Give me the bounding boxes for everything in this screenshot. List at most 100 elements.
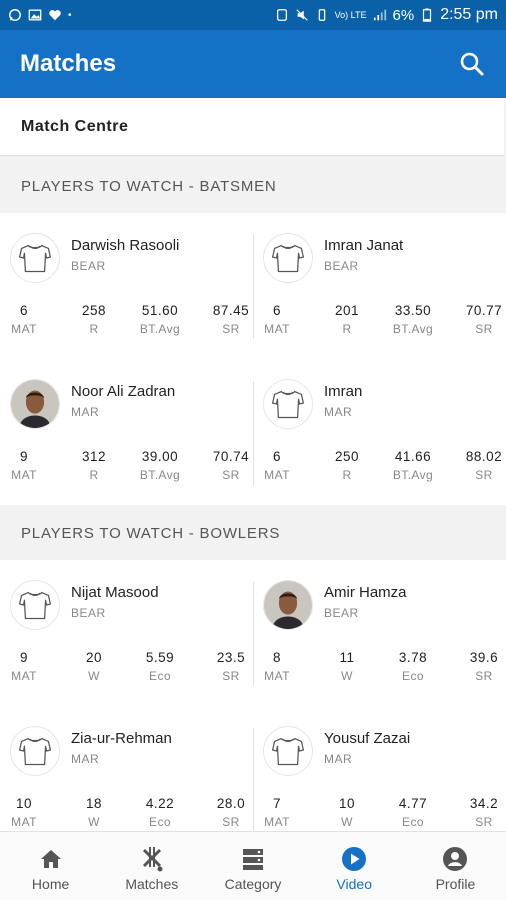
bottom-nav: Home Matches Category Video Profile xyxy=(0,831,506,900)
stat-cell: 5.59 Eco xyxy=(125,650,195,683)
player-avatar xyxy=(10,233,60,283)
nav-home[interactable]: Home xyxy=(0,832,101,900)
jersey-icon xyxy=(272,737,304,766)
player-team: BEAR xyxy=(324,606,359,620)
stat-cell: 201 R xyxy=(317,303,377,336)
status-bar: • Vo) LTE 6% 2:55 pm xyxy=(0,0,506,30)
nav-video[interactable]: Video xyxy=(304,832,405,900)
stat-label: Eco xyxy=(149,815,171,829)
stat-label: W xyxy=(88,669,100,683)
nav-label: Matches xyxy=(125,876,179,892)
search-icon[interactable] xyxy=(458,50,486,78)
stat-label: W xyxy=(88,815,100,829)
stat-value: 5.59 xyxy=(145,650,175,665)
player-card[interactable]: Yousuf Zazai MAR 7 MAT 10 W 4.77 Eco 34.2 SR xyxy=(253,706,506,831)
gallery-icon xyxy=(28,9,42,21)
stat-label: W xyxy=(341,669,353,683)
stat-value: 34.2 xyxy=(469,796,499,811)
stat-cell: 9 MAT xyxy=(10,650,38,683)
stat-label: R xyxy=(342,468,352,482)
stat-cell: 7 MAT xyxy=(263,796,291,829)
player-name: Zia-ur-Rehman xyxy=(71,730,172,747)
stat-value: 33.50 xyxy=(394,303,432,318)
stat-value: 11 xyxy=(339,650,355,665)
stat-cell: 70.77 SR xyxy=(454,303,506,336)
stat-cell: 23.5 SR xyxy=(201,650,261,683)
stat-value: 10 xyxy=(15,796,33,811)
jersey-icon xyxy=(272,390,304,419)
match-centre-header[interactable]: Match Centre xyxy=(0,98,504,156)
player-card[interactable]: Imran Janat BEAR 6 MAT 201 R 33.50 BT.Avg 70.77 S… xyxy=(253,213,506,359)
stat-value: 18 xyxy=(85,796,103,811)
clock: 2:55 pm xyxy=(440,6,498,23)
nav-category[interactable]: Category xyxy=(202,832,303,900)
player-card[interactable]: Zia-ur-Rehman MAR 10 MAT 18 W 4.22 Eco 28.0 SR xyxy=(0,706,253,831)
section-title-batsmen: PLAYERS TO WATCH - BATSMEN xyxy=(0,161,506,211)
stat-value: 20 xyxy=(85,650,103,665)
player-name: Yousuf Zazai xyxy=(324,730,411,747)
stat-value: 8 xyxy=(272,650,281,665)
player-card[interactable]: Darwish Rasooli BEAR 6 MAT 258 R 51.60 BT.Avg 87… xyxy=(0,213,253,359)
stat-label: MAT xyxy=(11,468,37,482)
stat-label: Eco xyxy=(402,669,424,683)
player-avatar xyxy=(263,379,313,429)
player-card[interactable]: Noor Ali Zadran MAR 9 MAT 312 R 39.00 BT.Avg 70.… xyxy=(0,359,253,505)
player-avatar xyxy=(10,580,60,630)
player-card[interactable]: Imran MAR 6 MAT 250 R 41.66 BT.Avg 88.02 SR xyxy=(253,359,506,505)
stat-value: 9 xyxy=(19,449,28,464)
match-centre-label: Match Centre xyxy=(21,117,129,135)
stat-value: 6 xyxy=(272,449,281,464)
jersey-icon xyxy=(272,244,304,273)
stat-value: 4.22 xyxy=(145,796,175,811)
stat-label: SR xyxy=(475,322,493,336)
nav-profile[interactable]: Profile xyxy=(405,832,506,900)
player-avatar xyxy=(10,726,60,776)
stat-value: 87.45 xyxy=(212,303,250,318)
player-team: MAR xyxy=(71,752,100,766)
bowlers-row-1: Nijat Masood BEAR 9 MAT 20 W 5.59 Eco 23.5 SR Ami… xyxy=(0,560,506,706)
player-photo xyxy=(11,380,59,428)
stat-value: 28.0 xyxy=(216,796,246,811)
stat-label: MAT xyxy=(264,815,290,829)
stat-label: MAT xyxy=(11,669,37,683)
app-bar: Matches xyxy=(0,30,506,98)
player-card[interactable]: Nijat Masood BEAR 9 MAT 20 W 5.59 Eco 23.5 SR xyxy=(0,560,253,706)
page-title: Matches xyxy=(20,50,117,77)
stat-cell: 6 MAT xyxy=(263,449,291,482)
battery-percent: 6% xyxy=(392,6,415,24)
stat-cell: 20 W xyxy=(64,650,124,683)
player-card[interactable]: Amir Hamza BEAR 8 MAT 11 W 3.78 Eco 39.6 SR xyxy=(253,560,506,706)
stat-value: 23.5 xyxy=(216,650,246,665)
vibrate-icon xyxy=(318,9,325,21)
stat-value: 88.02 xyxy=(465,449,503,464)
jersey-icon xyxy=(19,737,51,766)
stat-cell: 3.78 Eco xyxy=(378,650,448,683)
player-team: BEAR xyxy=(71,606,106,620)
alarm-icon xyxy=(276,9,287,21)
nav-matches[interactable]: Matches xyxy=(101,832,202,900)
stat-value: 9 xyxy=(19,650,28,665)
batsmen-row-1: Darwish Rasooli BEAR 6 MAT 258 R 51.60 BT.Avg 87… xyxy=(0,213,506,359)
stat-value: 3.78 xyxy=(398,650,428,665)
stat-label: W xyxy=(341,815,353,829)
stat-value: 39.6 xyxy=(469,650,499,665)
stat-value: 312 xyxy=(81,449,107,464)
stat-label: R xyxy=(89,468,99,482)
stat-label: R xyxy=(89,322,99,336)
stat-cell: 18 W xyxy=(64,796,124,829)
nav-label: Video xyxy=(336,876,372,892)
cricket-icon xyxy=(142,847,163,872)
stat-value: 10 xyxy=(338,796,356,811)
player-avatar xyxy=(263,233,313,283)
stat-label: MAT xyxy=(11,322,37,336)
profile-icon xyxy=(443,847,468,871)
stat-cell: 87.45 SR xyxy=(201,303,261,336)
stat-cell: 8 MAT xyxy=(263,650,291,683)
stat-cell: 70.74 SR xyxy=(201,449,261,482)
signal-icon xyxy=(373,9,386,21)
player-photo xyxy=(264,581,312,629)
stat-label: SR xyxy=(222,468,240,482)
jersey-icon xyxy=(19,244,51,273)
stat-cell: 258 R xyxy=(64,303,124,336)
stat-label: MAT xyxy=(264,322,290,336)
